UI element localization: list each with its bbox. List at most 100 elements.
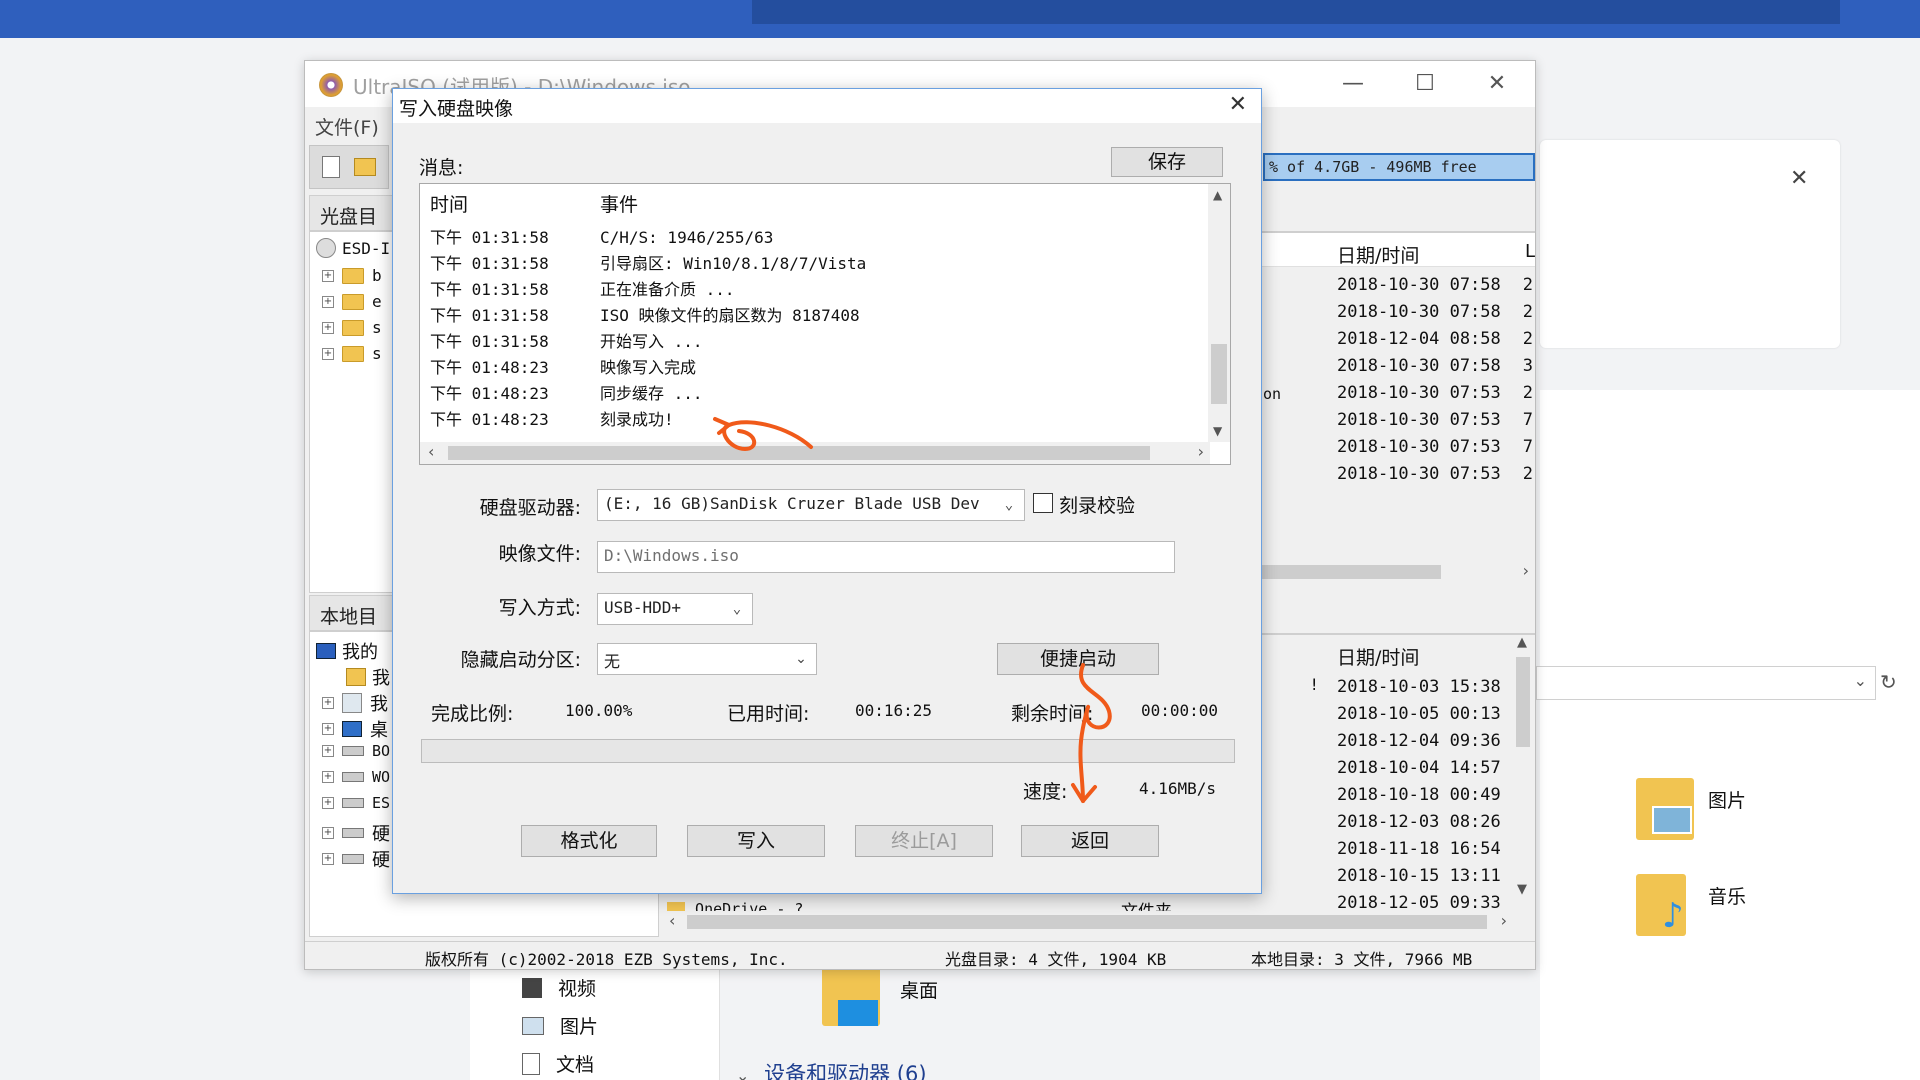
- table-row[interactable]: 2018-10-30 07:58 2: [1337, 275, 1533, 302]
- write-method-select[interactable]: USB-HDD+ ⌄: [597, 593, 753, 625]
- expand-icon[interactable]: +: [322, 269, 334, 282]
- scroll-down-icon[interactable]: ▼: [1213, 424, 1222, 438]
- tree-root[interactable]: 我的: [316, 638, 378, 664]
- chevron-down-icon[interactable]: ⌄: [1854, 671, 1867, 690]
- nav-item-videos[interactable]: 视频: [522, 974, 596, 1001]
- table-row[interactable]: 2018-12-03 08:26: [1337, 810, 1501, 837]
- column-header-l[interactable]: L: [1525, 241, 1535, 262]
- table-row[interactable]: 2018-10-30 07:53 7: [1337, 437, 1533, 464]
- table-row[interactable]: 2018-10-15 13:11: [1337, 864, 1501, 891]
- tree-item[interactable]: + s: [322, 318, 382, 337]
- scroll-left-icon[interactable]: ‹: [669, 911, 675, 930]
- image-file-input[interactable]: D:\Windows.iso: [597, 541, 1175, 573]
- table-row[interactable]: 2018-10-18 00:49: [1337, 783, 1501, 810]
- log-header-event[interactable]: 事件: [600, 190, 638, 217]
- scroll-right-icon[interactable]: ›: [1523, 561, 1529, 580]
- expand-icon[interactable]: +: [322, 347, 334, 360]
- log-row[interactable]: 下午 01:48:23 同步缓存 ...: [430, 380, 703, 404]
- table-row[interactable]: 2018-10-30 07:58 3: [1337, 356, 1533, 383]
- column-header-date[interactable]: 日期/时间: [1337, 643, 1419, 670]
- back-button[interactable]: 返回: [1021, 825, 1159, 857]
- format-button[interactable]: 格式化: [521, 825, 657, 857]
- table-row[interactable]: 2018-10-03 15:38: [1337, 675, 1501, 702]
- explorer-item-music[interactable]: ♪ 音乐: [1636, 874, 1796, 944]
- desktop-item[interactable]: 桌面: [822, 966, 938, 1026]
- table-row[interactable]: 2018-12-04 08:58 2: [1337, 329, 1533, 356]
- expand-icon[interactable]: +: [322, 827, 334, 839]
- refresh-icon[interactable]: ↻: [1880, 670, 1897, 694]
- scroll-up-icon[interactable]: ▲: [1517, 635, 1527, 650]
- chevron-down-icon[interactable]: ⌄: [998, 490, 1020, 520]
- nav-item-pictures[interactable]: 图片: [522, 1012, 598, 1039]
- expand-icon[interactable]: +: [322, 771, 334, 783]
- verify-label[interactable]: 刻录校验: [1059, 491, 1135, 518]
- scrollbar-thumb[interactable]: [1261, 565, 1441, 579]
- tree-item[interactable]: + b: [322, 266, 382, 285]
- top-search-box[interactable]: [752, 0, 1840, 24]
- close-icon[interactable]: ✕: [1477, 67, 1517, 101]
- table-row[interactable]: 2018-10-30 07:53 2: [1337, 383, 1533, 410]
- log-row[interactable]: 下午 01:48:23 映像写入完成: [430, 354, 696, 378]
- tree-item[interactable]: + 硬: [322, 846, 390, 872]
- expand-icon[interactable]: +: [322, 295, 334, 308]
- table-row[interactable]: 2018-10-30 07:53 2: [1337, 464, 1533, 491]
- log-header-time[interactable]: 时间: [430, 190, 468, 217]
- log-row[interactable]: 下午 01:48:23 刻录成功!: [430, 406, 674, 430]
- scrollbar-thumb[interactable]: [1516, 657, 1530, 747]
- expand-icon[interactable]: +: [322, 745, 334, 757]
- write-button[interactable]: 写入: [687, 825, 825, 857]
- table-row[interactable]: 2018-10-05 00:13: [1337, 702, 1501, 729]
- scroll-up-icon[interactable]: ▲: [1213, 188, 1222, 202]
- dialog-close-icon[interactable]: ✕: [1229, 92, 1247, 117]
- tree-item[interactable]: + 我: [322, 690, 388, 716]
- log-row[interactable]: 下午 01:31:58 引导扇区: Win10/8.1/8/7/Vista: [430, 250, 866, 274]
- local-list-vscrollbar[interactable]: ▲ ▼: [1513, 635, 1533, 897]
- nav-item-documents[interactable]: 文档: [522, 1050, 594, 1077]
- tree-item[interactable]: + ES: [322, 794, 390, 812]
- expand-icon[interactable]: +: [322, 853, 334, 865]
- explorer-close-icon[interactable]: ✕: [1790, 166, 1808, 191]
- tree-item[interactable]: + s: [322, 344, 382, 363]
- tree-item[interactable]: + 桌: [322, 716, 388, 742]
- column-header-date[interactable]: 日期/时间: [1337, 241, 1419, 268]
- table-row[interactable]: 2018-12-05 09:33: [1337, 891, 1501, 911]
- scroll-right-icon[interactable]: ›: [1198, 442, 1204, 461]
- maximize-icon[interactable]: ☐: [1405, 67, 1445, 101]
- tree-root[interactable]: ESD-I: [316, 238, 390, 258]
- log-row[interactable]: 下午 01:31:58 C/H/S: 1946/255/63: [430, 224, 773, 248]
- local-list-hscrollbar[interactable]: ‹ ›: [663, 911, 1513, 933]
- chevron-down-icon[interactable]: ⌄: [790, 644, 812, 674]
- table-row[interactable]: 2018-10-04 14:57: [1337, 756, 1501, 783]
- scrollbar-thumb[interactable]: [1211, 344, 1227, 404]
- tree-item[interactable]: 我: [346, 664, 390, 690]
- drive-select[interactable]: (E:, 16 GB)SanDisk Cruzer Blade USB Dev …: [597, 489, 1025, 521]
- log-row[interactable]: 下午 01:31:58 ISO 映像文件的扇区数为 8187408: [430, 302, 860, 326]
- scrollbar-thumb[interactable]: [687, 915, 1487, 929]
- expand-icon[interactable]: +: [322, 321, 334, 334]
- log-vscrollbar[interactable]: ▲ ▼: [1208, 184, 1230, 442]
- table-row[interactable]: 2018-10-30 07:53 7: [1337, 410, 1533, 437]
- table-row[interactable]: 2018-10-30 07:58 2: [1337, 302, 1533, 329]
- menu-file[interactable]: 文件(F): [315, 113, 379, 140]
- tree-item[interactable]: + WO: [322, 768, 390, 786]
- log-row[interactable]: 下午 01:31:58 正在准备介质 ...: [430, 276, 735, 300]
- log-row[interactable]: 下午 01:31:58 开始写入 ...: [430, 328, 703, 352]
- abort-button[interactable]: 终止[A]: [855, 825, 993, 857]
- save-button[interactable]: 保存: [1111, 147, 1223, 177]
- table-row[interactable]: 2018-12-04 09:36: [1337, 729, 1501, 756]
- explorer-address-bar[interactable]: ⌄: [1536, 666, 1876, 700]
- devices-header[interactable]: ⌄ 设备和驱动器 (6): [736, 1058, 927, 1080]
- expand-icon[interactable]: +: [322, 723, 334, 735]
- tree-item[interactable]: + BO: [322, 742, 390, 760]
- hide-partition-select[interactable]: 无 ⌄: [597, 643, 817, 675]
- scroll-left-icon[interactable]: ‹: [428, 442, 434, 461]
- tree-item[interactable]: + e: [322, 292, 382, 311]
- verify-checkbox[interactable]: [1033, 493, 1053, 513]
- new-file-icon[interactable]: [322, 156, 340, 178]
- explorer-item-pictures[interactable]: 图片: [1636, 778, 1796, 848]
- chevron-down-icon[interactable]: ⌄: [726, 594, 748, 624]
- minimize-icon[interactable]: —: [1333, 67, 1373, 101]
- table-row[interactable]: 2018-11-18 16:54: [1337, 837, 1501, 864]
- expand-icon[interactable]: +: [322, 697, 334, 709]
- scroll-down-icon[interactable]: ▼: [1517, 882, 1527, 897]
